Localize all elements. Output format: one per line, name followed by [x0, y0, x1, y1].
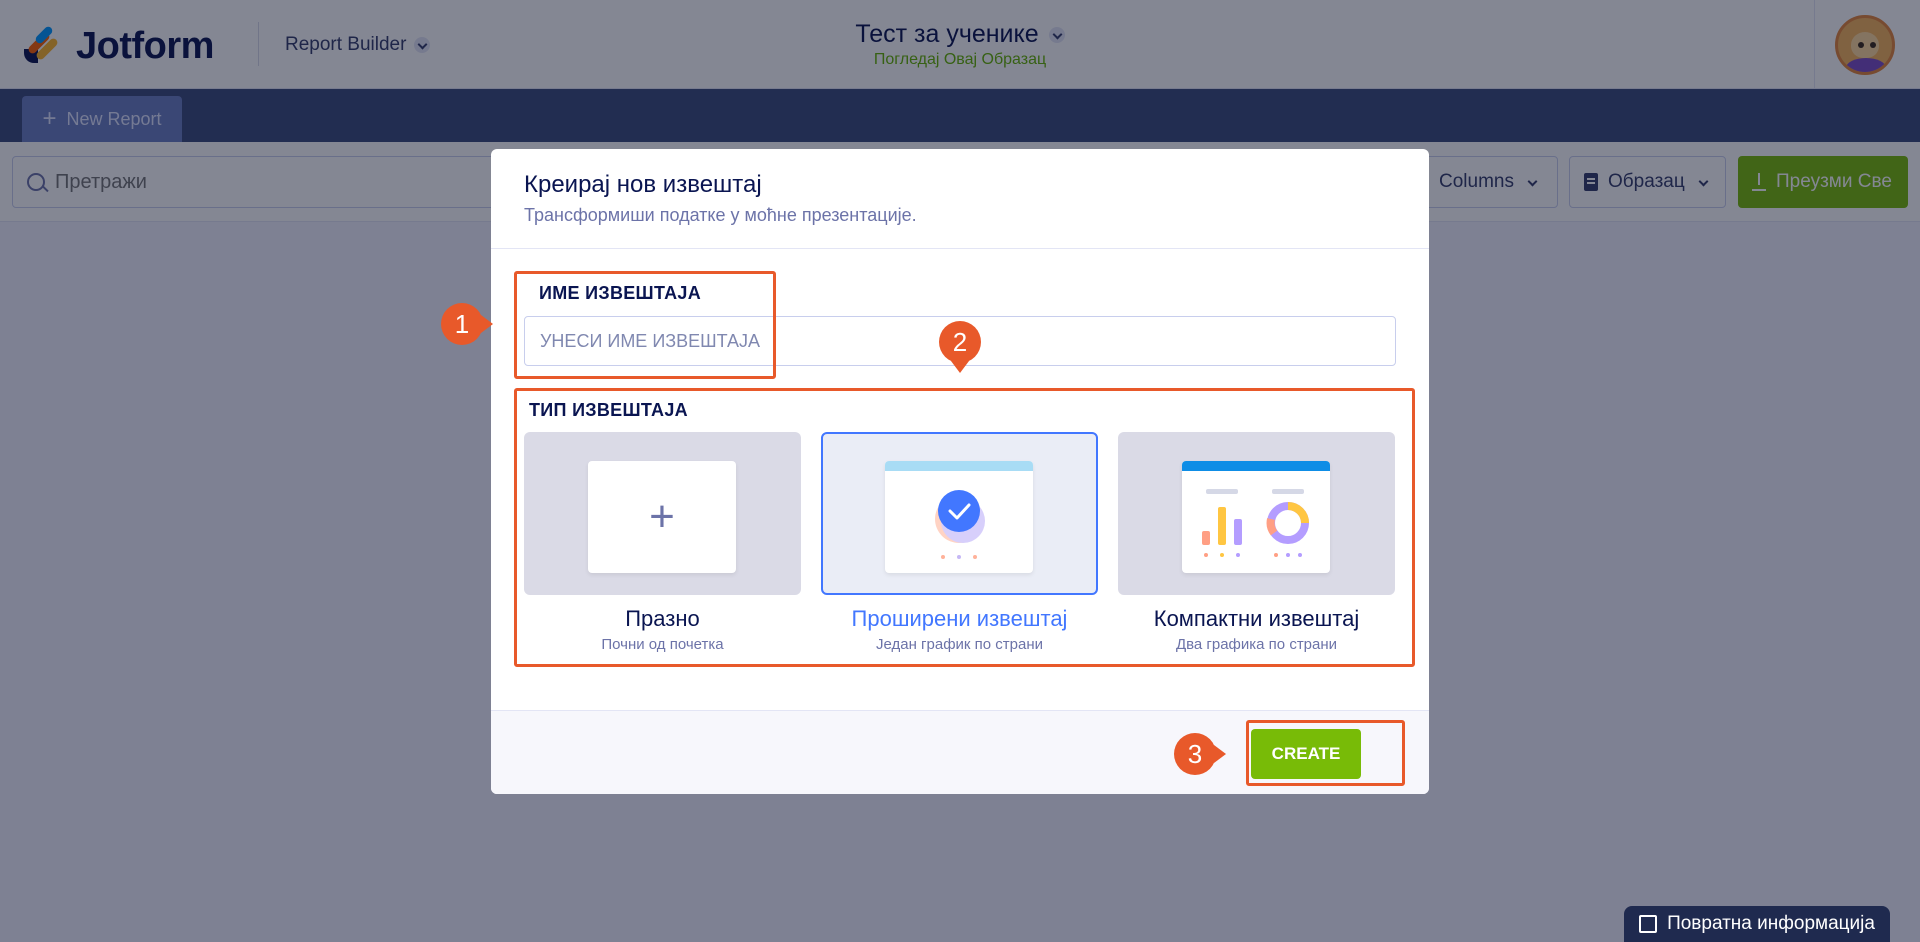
modal-title: Креирај нов извештај [524, 171, 762, 198]
annotation-badge-1: 1 [441, 303, 493, 345]
modal-subtitle: Трансформиши податке у моћне презентациј… [524, 205, 917, 225]
edit-icon [1639, 915, 1658, 933]
annotation-box-3 [1246, 720, 1405, 786]
annotation-badge-3: 3 [1174, 733, 1226, 775]
feedback-button[interactable]: Повратна информација [1624, 906, 1890, 942]
annotation-box-2 [514, 388, 1415, 667]
annotation-badge-2: 2 [939, 321, 981, 373]
annotation-box-1 [514, 271, 776, 379]
feedback-label: Повратна информација [1667, 913, 1875, 934]
modal-header: Креирај нов извештај Трансформиши податк… [491, 149, 1429, 249]
